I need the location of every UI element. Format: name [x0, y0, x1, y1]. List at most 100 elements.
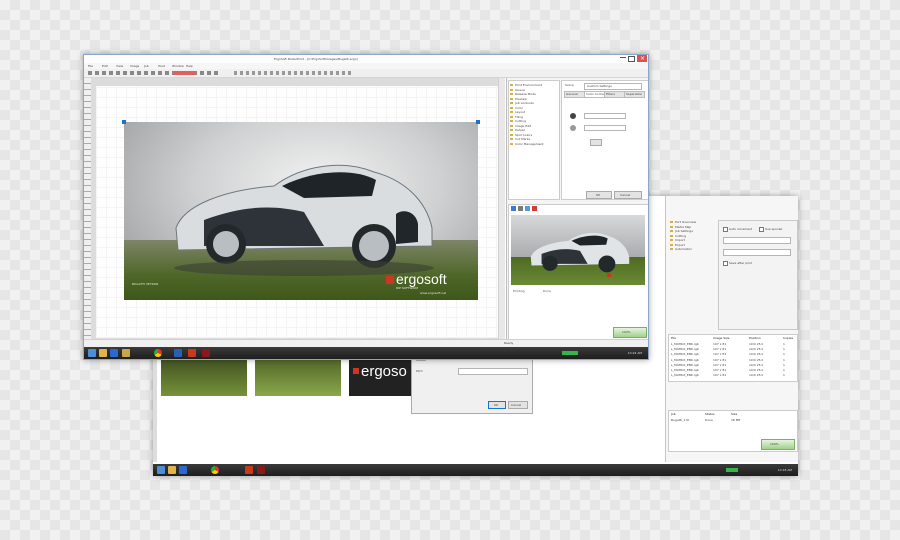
menu-item-window[interactable]: Window	[172, 64, 184, 68]
ergosoft-tagline: RIP SOFTWARE	[396, 286, 419, 290]
explorer-icon[interactable]	[99, 349, 107, 357]
start-icon[interactable]	[157, 466, 165, 474]
menu-item-job[interactable]: Job	[144, 64, 149, 68]
fit-icon[interactable]	[525, 206, 530, 211]
app-icon-dark[interactable]	[257, 466, 265, 474]
back-dropdown-1[interactable]	[723, 237, 791, 244]
menu-item-view[interactable]: View	[116, 64, 123, 68]
right-ok-button[interactable]: OK	[586, 191, 612, 199]
back-tree-item[interactable]: Import	[670, 238, 718, 242]
back-tree-item[interactable]: Job Settings	[670, 229, 718, 233]
tree-item[interactable]: Output	[510, 128, 558, 132]
tree-item[interactable]: Tiling	[510, 115, 558, 119]
dialog-cancel-button[interactable]: Cancel	[508, 401, 528, 409]
preview-image[interactable]	[511, 215, 645, 285]
toolbar-highlight[interactable]	[174, 71, 196, 75]
app-icon-red[interactable]	[188, 349, 196, 357]
app-icon-red[interactable]	[245, 466, 253, 474]
tree-item[interactable]: Layout	[510, 110, 558, 114]
menu-item-file[interactable]: File	[88, 64, 93, 68]
explorer-icon[interactable]	[168, 466, 176, 474]
start-icon[interactable]	[88, 349, 96, 357]
car-image[interactable]: BUGATTI VEYRON ergosoft RIP SOFTWARE www…	[124, 122, 478, 300]
tree-item-label: Job Lockouts	[515, 101, 534, 105]
menu-item-image[interactable]: Image	[130, 64, 139, 68]
dialog-ok-button[interactable]: OK	[488, 401, 506, 409]
app-icon-dark[interactable]	[202, 349, 210, 357]
app-icon-blue[interactable]	[174, 349, 182, 357]
table-cell: 10/0 25.0	[749, 357, 764, 362]
dial-control[interactable]	[570, 125, 576, 131]
tree-item[interactable]: Job Lockouts	[510, 101, 558, 105]
back-tree-item[interactable]: Cutting	[670, 234, 718, 238]
minimize-button[interactable]	[620, 57, 626, 58]
table-header[interactable]: Position	[749, 336, 761, 340]
dialog-path-field[interactable]	[458, 368, 528, 375]
toolbar-icons[interactable]	[88, 71, 218, 75]
tree-item[interactable]: Image Edit	[510, 124, 558, 128]
tab-filters[interactable]: Filters	[604, 91, 625, 98]
table-cell: 10/0 25.0	[749, 352, 764, 357]
back-checkbox[interactable]: Save after print	[723, 261, 759, 266]
table-header[interactable]: File	[671, 336, 676, 340]
menu-item-edit[interactable]: Edit	[102, 64, 108, 68]
table-cell: L_MATRIX_EBK.rgb	[671, 352, 699, 357]
tree-item[interactable]: Cut Marks	[510, 137, 558, 141]
folder-icon[interactable]	[122, 349, 130, 357]
back-checkbox[interactable]: Auto increment	[723, 227, 759, 232]
chrome-icon[interactable]	[154, 349, 162, 357]
folder-icon	[510, 133, 513, 136]
tree-item[interactable]: Release Mode	[510, 92, 558, 96]
color-icon[interactable]	[532, 206, 537, 211]
maximize-button[interactable]	[628, 56, 635, 62]
dial-control[interactable]	[570, 113, 576, 119]
back-tree-item[interactable]: Media Map	[670, 225, 718, 229]
thumbnail-3[interactable]: ergoso	[349, 354, 411, 396]
table-row[interactable]: L_MATRIX_EBK.rgb 107 x 81 10/0 25.0 1	[669, 373, 795, 378]
tree-item[interactable]: Color Management	[510, 142, 558, 146]
tab-color-correct[interactable]: Color Correct	[584, 91, 606, 98]
canvas-scrollbar[interactable]	[498, 78, 505, 348]
slider-field-2[interactable]	[584, 125, 626, 131]
folder-icon	[510, 97, 513, 100]
slider-field-1[interactable]	[584, 113, 626, 119]
selection-handle[interactable]	[122, 120, 126, 124]
table-header[interactable]: Image Size	[713, 336, 730, 340]
menu-item-help[interactable]: Help	[186, 64, 193, 68]
table-header[interactable]: Copies	[783, 336, 793, 340]
hand-icon[interactable]	[518, 206, 523, 211]
ie-icon[interactable]	[179, 466, 187, 474]
back-checkbox[interactable]: Use spooler	[759, 227, 795, 232]
bottom-table-header[interactable]: Size	[731, 412, 737, 416]
ie-icon[interactable]	[110, 349, 118, 357]
tree-item[interactable]: Color	[510, 106, 558, 110]
folder-icon	[510, 102, 513, 104]
tab-separation[interactable]: Separation	[624, 91, 645, 98]
back-dropdown-2[interactable]	[723, 249, 791, 256]
settings-dropdown[interactable]: Custom Settings	[584, 83, 642, 90]
table-cell: L_MATRIX_EBK.rgb	[671, 373, 699, 378]
menu-item-tools[interactable]: Tools	[158, 64, 165, 68]
bottom-table-header[interactable]: Job	[671, 412, 676, 416]
close-button[interactable]: ×	[637, 55, 647, 62]
back-tree-item[interactable]: Export	[670, 243, 718, 247]
toolbar-icons-2[interactable]	[234, 71, 354, 75]
tab-general[interactable]: General	[564, 91, 585, 98]
tree-item[interactable]: Cutting	[510, 119, 558, 123]
tree-item[interactable]: Preview	[510, 97, 558, 101]
thumbnail-1[interactable]	[161, 354, 247, 396]
tree-item[interactable]: Print Environment	[510, 83, 558, 87]
chrome-icon[interactable]	[211, 466, 219, 474]
thumbnail-2[interactable]	[255, 354, 341, 396]
table-cell: 10/0 25.0	[749, 347, 764, 352]
bottom-table-header[interactable]: Status	[705, 412, 715, 416]
selection-handle[interactable]	[476, 120, 480, 124]
tree-item[interactable]: Spot Colors	[510, 133, 558, 137]
back-tree-item[interactable]: Port Overview	[670, 220, 718, 224]
settings-apply-button[interactable]	[590, 139, 602, 146]
zoom-icon[interactable]	[511, 206, 516, 211]
back-tree-item[interactable]: Automation	[670, 247, 718, 251]
canvas-area[interactable]: BUGATTI VEYRON ergosoft RIP SOFTWARE www…	[84, 78, 505, 348]
right-cancel-button[interactable]: Cancel	[614, 191, 642, 199]
tree-item[interactable]: Queue	[510, 88, 558, 92]
